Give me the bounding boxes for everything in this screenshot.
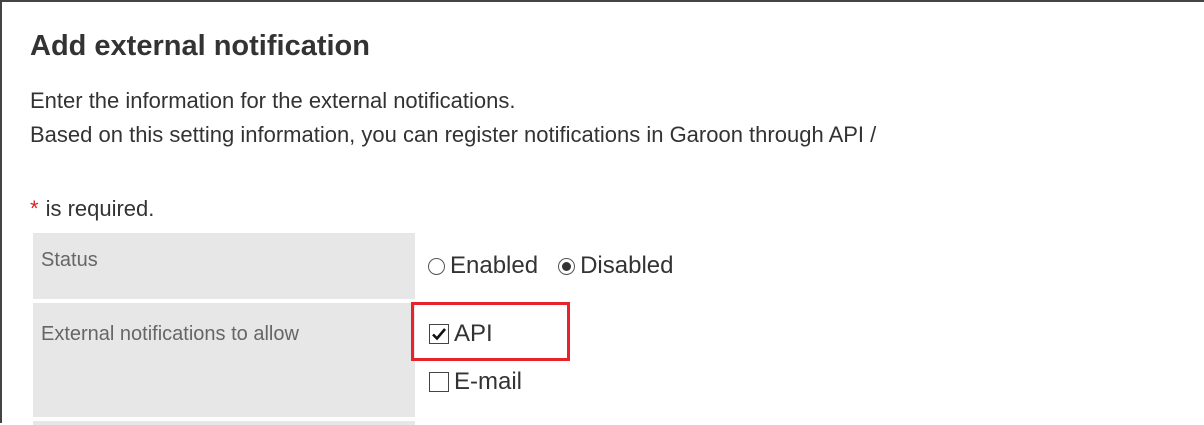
external-notifications-label: External notifications to allow (33, 303, 415, 417)
required-note: * is required. (30, 196, 154, 222)
email-checkbox[interactable] (429, 372, 449, 392)
status-radio-group: Enabled Disabled (428, 252, 693, 280)
email-label: E-mail (454, 368, 523, 395)
status-disabled-label: Disabled (580, 252, 674, 279)
status-disabled-option[interactable]: Disabled (558, 252, 673, 280)
description-line-1: Enter the information for the external n… (30, 88, 516, 113)
required-star: * (30, 196, 39, 221)
required-note-text: is required. (45, 196, 155, 221)
api-checkbox[interactable] (429, 324, 449, 344)
status-label: Status (33, 233, 415, 299)
status-enabled-radio[interactable] (428, 257, 445, 275)
api-label: API (454, 320, 493, 347)
page-title: Add external notification (30, 30, 370, 62)
checkmark-icon (432, 328, 446, 341)
status-enabled-option[interactable]: Enabled (428, 252, 538, 280)
next-row-label (33, 421, 415, 425)
status-enabled-label: Enabled (450, 252, 539, 279)
email-option[interactable]: E-mail (429, 368, 522, 396)
description-line-2: Based on this setting information, you c… (30, 122, 877, 147)
api-option[interactable]: API (429, 320, 493, 348)
status-disabled-radio[interactable] (558, 257, 576, 275)
